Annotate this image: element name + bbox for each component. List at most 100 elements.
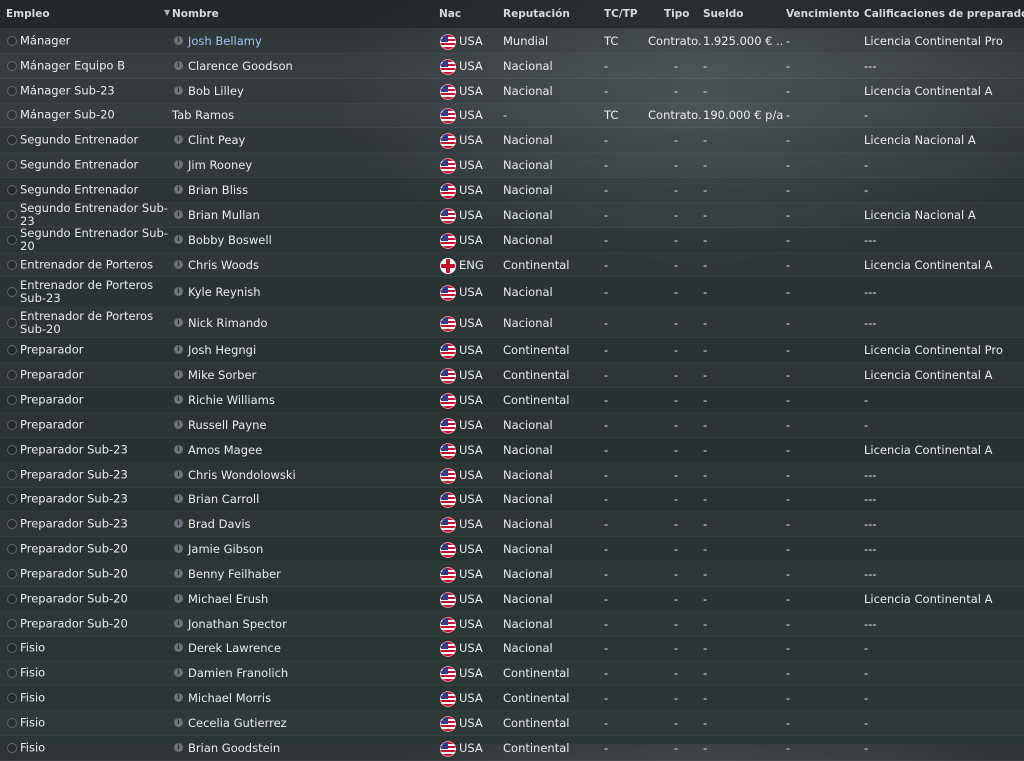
table-row[interactable]: Mánager i Josh Bellamy USA Mundial TC Contrato… (0, 29, 1024, 54)
column-header-empleo[interactable]: Empleo (6, 8, 50, 20)
staff-name-link[interactable]: Jim Rooney (188, 158, 252, 172)
info-icon[interactable]: i (174, 668, 183, 678)
staff-name-link[interactable]: Jamie Gibson (188, 542, 263, 556)
staff-name-link[interactable]: Tab Ramos (172, 108, 234, 122)
table-row[interactable]: Fisio i Brian Goodstein USA Continental - - - - - (0, 736, 1024, 761)
table-row[interactable]: Preparador Sub-23 i Chris Wondolowski USA Na… (0, 463, 1024, 488)
info-icon[interactable]: i (174, 85, 183, 95)
staff-name-link[interactable]: Richie Williams (188, 393, 275, 407)
staff-name-link[interactable]: Mike Sorber (188, 368, 256, 382)
row-select-radio[interactable] (7, 618, 17, 629)
info-icon[interactable]: i (174, 568, 183, 578)
info-icon[interactable]: i (174, 345, 183, 355)
row-select-radio[interactable] (7, 110, 17, 121)
staff-name-link[interactable]: Michael Morris (188, 691, 271, 705)
staff-name-link[interactable]: Brad Davis (188, 517, 251, 531)
staff-name-link[interactable]: Chris Woods (188, 258, 259, 272)
info-icon[interactable]: i (174, 160, 183, 170)
table-row[interactable]: Preparador i Russell Payne USA Nacional - - - - - (0, 413, 1024, 438)
staff-name-link[interactable]: Josh Hegngi (188, 343, 256, 357)
row-select-radio[interactable] (7, 568, 17, 579)
row-select-radio[interactable] (7, 209, 17, 220)
row-select-radio[interactable] (7, 444, 17, 455)
staff-name-link[interactable]: Brian Goodstein (188, 741, 280, 755)
staff-name-link[interactable]: Derek Lawrence (188, 641, 281, 655)
info-icon[interactable]: i (174, 135, 183, 145)
info-icon[interactable]: i (174, 317, 183, 327)
staff-name-link[interactable]: Josh Bellamy (188, 34, 262, 48)
staff-name-link[interactable]: Brian Carroll (188, 492, 259, 506)
info-icon[interactable]: i (174, 419, 183, 429)
column-header-calificaciones[interactable]: Calificaciones de preparador (864, 8, 1024, 20)
info-icon[interactable]: i (174, 184, 183, 194)
info-icon[interactable]: i (174, 693, 183, 703)
staff-name-link[interactable]: Benny Feilhaber (188, 567, 281, 581)
info-icon[interactable]: i (174, 234, 183, 244)
row-select-radio[interactable] (7, 544, 17, 555)
table-row[interactable]: Entrenador de Porteros Sub-20 i Nick Riman… (0, 308, 1024, 339)
table-row[interactable]: Entrenador de Porteros Sub-23 i Kyle Reyni… (0, 277, 1024, 308)
row-select-radio[interactable] (7, 345, 17, 356)
staff-name-link[interactable]: Bobby Boswell (188, 233, 272, 247)
info-icon[interactable]: i (174, 444, 183, 454)
info-icon[interactable]: i (174, 718, 183, 728)
staff-name-link[interactable]: Nick Rimando (188, 316, 268, 330)
column-header-sueldo[interactable]: Sueldo (703, 8, 744, 20)
table-row[interactable]: Preparador Sub-23 i Amos Magee USA Nacional -… (0, 438, 1024, 463)
info-icon[interactable]: i (174, 643, 183, 653)
staff-name-link[interactable]: Cecelia Gutierrez (188, 716, 287, 730)
row-select-radio[interactable] (7, 317, 17, 328)
staff-name-link[interactable]: Clint Peay (188, 133, 245, 147)
staff-name-link[interactable]: Damien Franolich (188, 666, 288, 680)
row-select-radio[interactable] (7, 370, 17, 381)
info-icon[interactable]: i (174, 593, 183, 603)
info-icon[interactable]: i (174, 35, 183, 45)
table-row[interactable]: Segundo Entrenador Sub-23 i Brian Mullan US… (0, 201, 1024, 228)
row-select-radio[interactable] (7, 287, 17, 298)
table-row[interactable]: Preparador Sub-20 i Jamie Gibson USA Naciona… (0, 537, 1024, 563)
table-row[interactable]: Entrenador de Porteros i Chris Woods ENG Con… (0, 253, 1024, 278)
info-icon[interactable]: i (174, 494, 183, 504)
info-icon[interactable]: i (174, 519, 183, 529)
row-select-radio[interactable] (7, 693, 17, 704)
table-row[interactable]: Preparador Sub-20 i Jonathan Spector USA Nac… (0, 612, 1024, 637)
column-header-nac[interactable]: Nac (439, 8, 461, 20)
row-select-radio[interactable] (7, 85, 17, 96)
staff-name-link[interactable]: Russell Payne (188, 418, 267, 432)
staff-name-link[interactable]: Brian Mullan (188, 208, 260, 222)
info-icon[interactable]: i (174, 544, 183, 554)
table-row[interactable]: Preparador i Richie Williams USA Continental… (0, 388, 1024, 413)
staff-name-link[interactable]: Jonathan Spector (188, 617, 287, 631)
table-row[interactable]: Fisio i Cecelia Gutierrez USA Continental - - -… (0, 711, 1024, 736)
row-select-radio[interactable] (7, 259, 17, 270)
table-row[interactable]: Preparador Sub-20 i Benny Feilhaber USA Naci… (0, 562, 1024, 587)
info-icon[interactable]: i (174, 287, 183, 297)
info-icon[interactable]: i (174, 742, 183, 752)
row-select-radio[interactable] (7, 643, 17, 654)
column-header-reputacion[interactable]: Reputación (503, 8, 570, 20)
row-select-radio[interactable] (7, 742, 17, 753)
staff-name-link[interactable]: Brian Bliss (188, 183, 248, 197)
row-select-radio[interactable] (7, 519, 17, 530)
staff-name-link[interactable]: Amos Magee (188, 443, 262, 457)
table-row[interactable]: Mánager Sub-20 Tab Ramos USA - TC Contrato...… (0, 104, 1024, 129)
info-icon[interactable]: i (174, 618, 183, 628)
row-select-radio[interactable] (7, 234, 17, 245)
row-select-radio[interactable] (7, 135, 17, 146)
table-row[interactable]: Segundo Entrenador i Clint Peay USA Nacional… (0, 128, 1024, 154)
info-icon[interactable]: i (174, 60, 183, 70)
row-select-radio[interactable] (7, 419, 17, 430)
row-select-radio[interactable] (7, 469, 17, 480)
table-row[interactable]: Fisio i Damien Franolich USA Continental - - - -… (0, 661, 1024, 687)
table-row[interactable]: Mánager Sub-23 i Bob Lilley USA Nacional - - - -… (0, 79, 1024, 104)
row-select-radio[interactable] (7, 395, 17, 406)
table-row[interactable]: Mánager Equipo B i Clarence Goodson USA Naci… (0, 54, 1024, 79)
table-row[interactable]: Segundo Entrenador i Brian Bliss USA Naciona… (0, 178, 1024, 203)
table-row[interactable]: Segundo Entrenador i Jim Rooney USA Nacional… (0, 153, 1024, 179)
row-select-radio[interactable] (7, 718, 17, 729)
table-row[interactable]: Preparador i Josh Hegngi USA Continental - - - -… (0, 338, 1024, 364)
row-select-radio[interactable] (7, 35, 17, 46)
row-select-radio[interactable] (7, 668, 17, 679)
staff-name-link[interactable]: Bob Lilley (188, 84, 244, 98)
table-row[interactable]: Preparador i Mike Sorber USA Continental - - - -… (0, 363, 1024, 389)
